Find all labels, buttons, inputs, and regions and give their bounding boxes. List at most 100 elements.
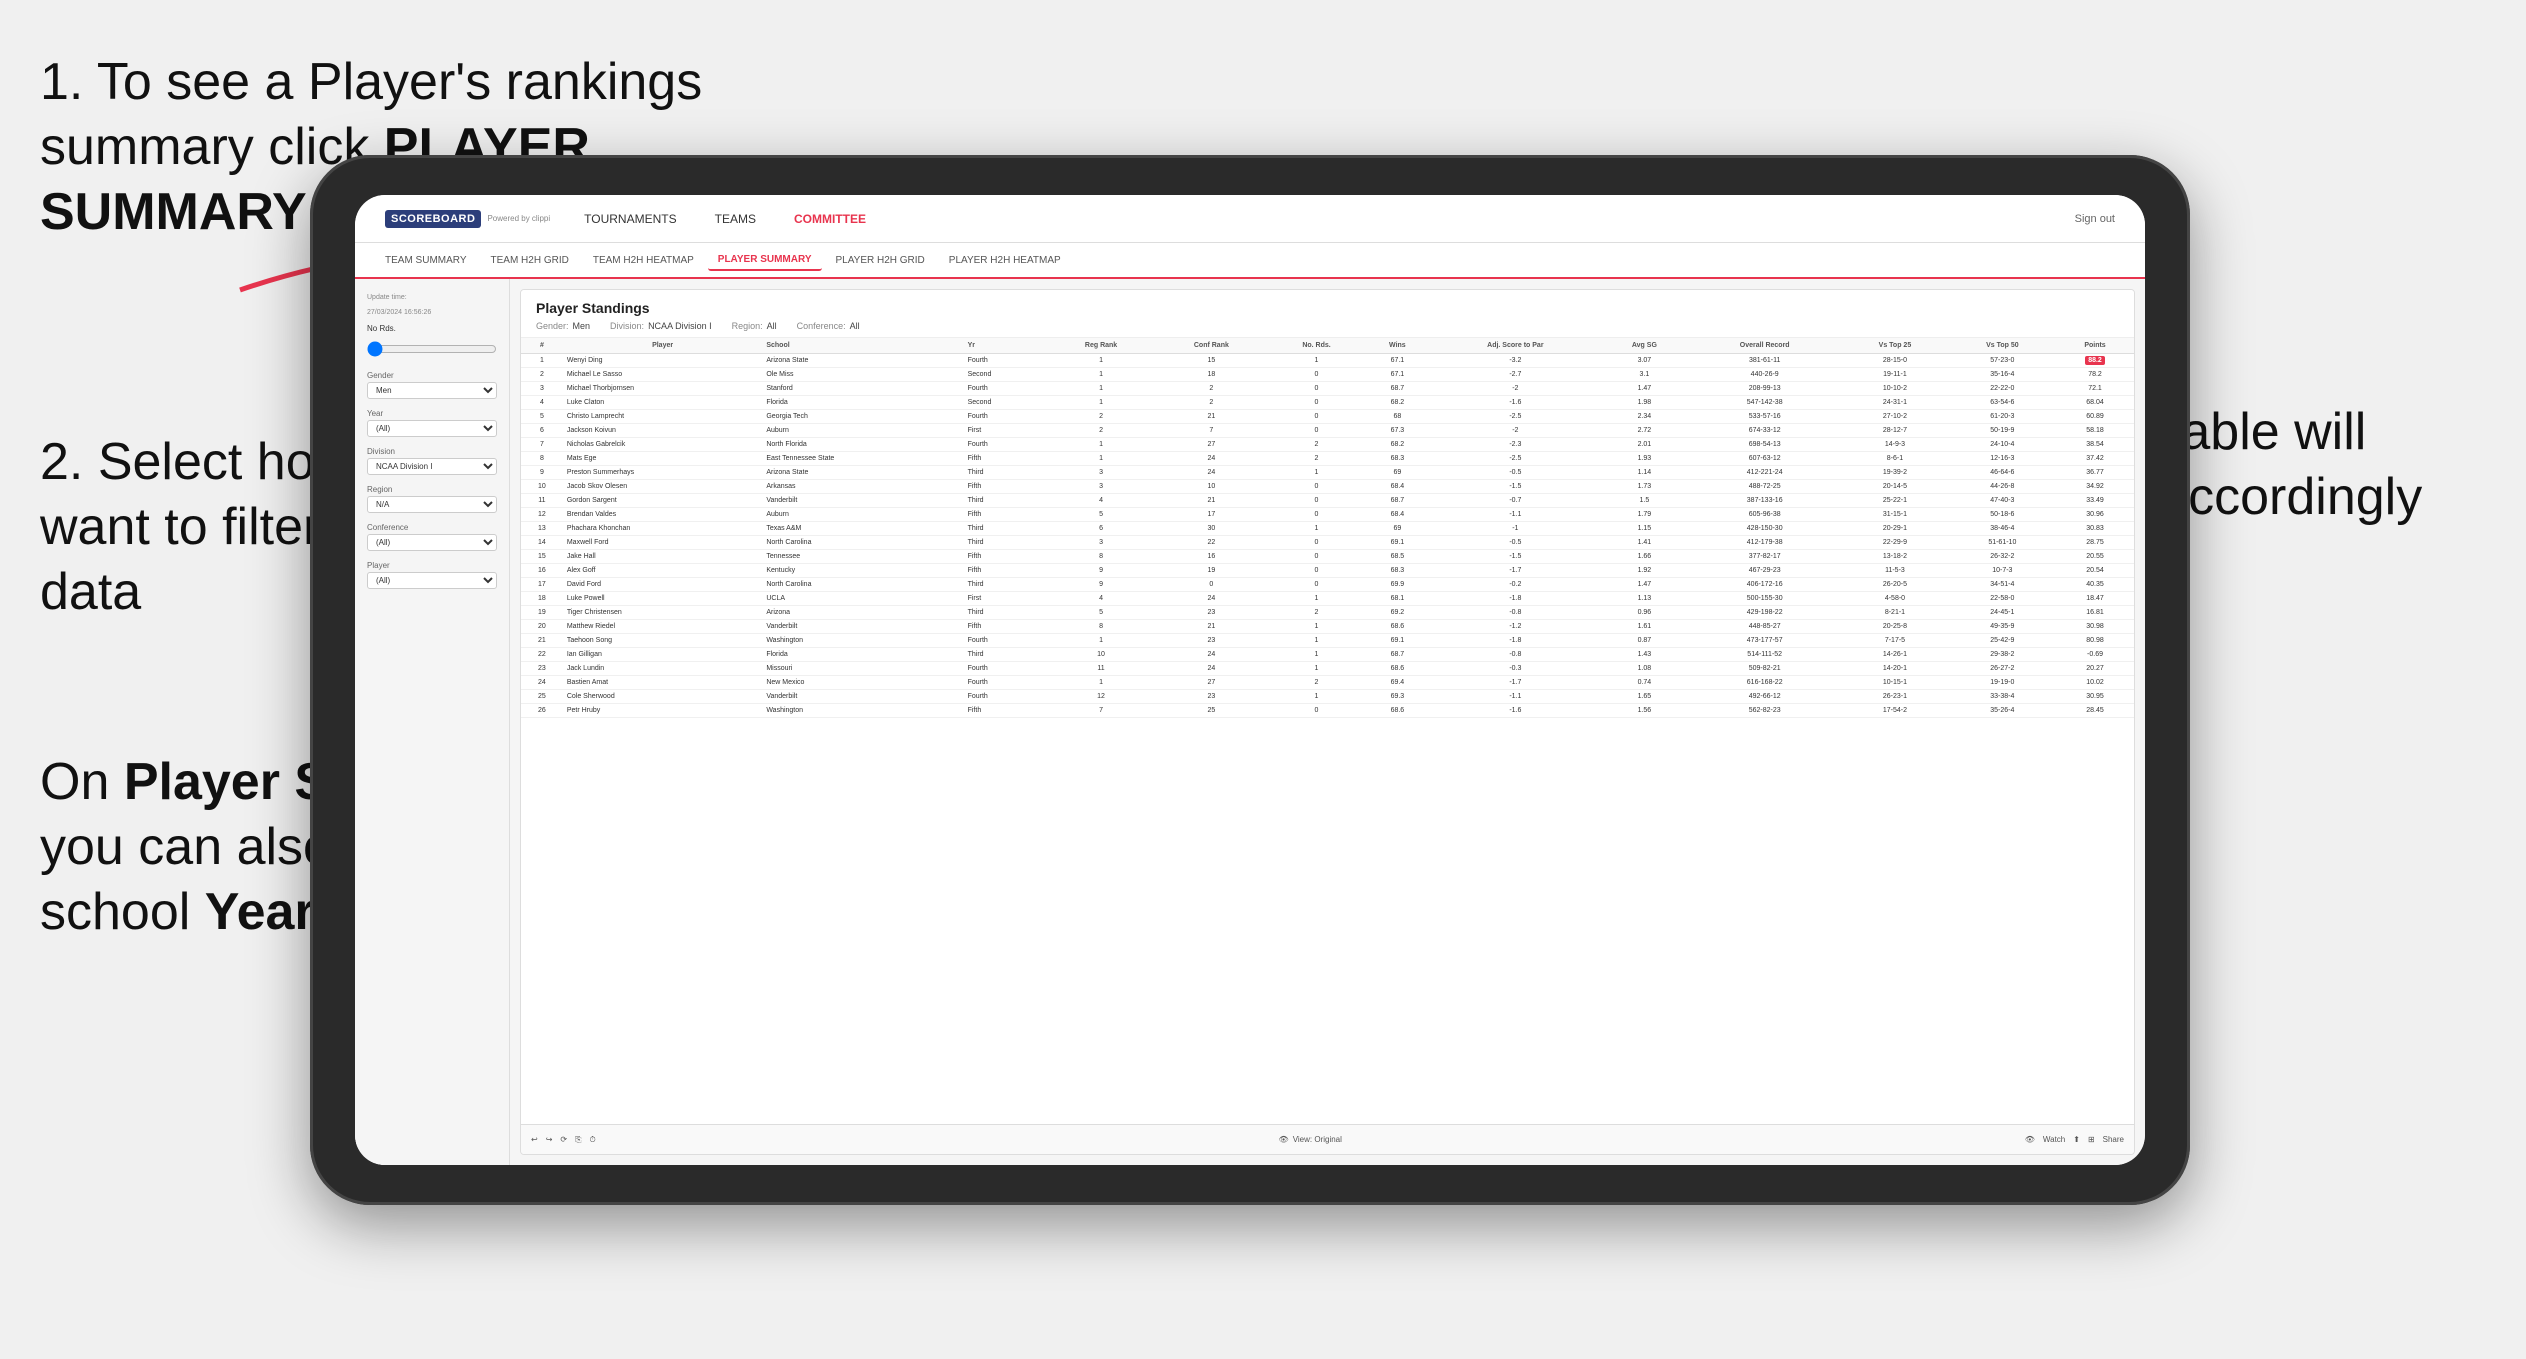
cell-adj: -2.5 — [1430, 410, 1601, 424]
cell-yr: Third — [964, 536, 1048, 550]
cell-adj: -1.8 — [1430, 592, 1601, 606]
cell-adj: -1 — [1430, 522, 1601, 536]
cell-player[interactable]: Matthew Riedel — [563, 620, 762, 634]
toolbar-copy-icon[interactable]: ⎘ — [575, 1135, 581, 1145]
cell-conf-rank: 27 — [1154, 676, 1268, 690]
nav-sign-out[interactable]: Sign out — [2075, 213, 2115, 225]
gender-select[interactable]: Men — [367, 382, 497, 399]
cell-overall: 607-63-12 — [1688, 452, 1841, 466]
cell-top50: 63-54-6 — [1949, 396, 2056, 410]
sub-nav-team-summary[interactable]: TEAM SUMMARY — [375, 251, 477, 270]
filter-conference: Conference: All — [797, 321, 860, 331]
sub-nav-player-h2h-grid[interactable]: PLAYER H2H GRID — [826, 251, 935, 270]
cell-player[interactable]: Jack Lundin — [563, 662, 762, 676]
cell-wins: 68.6 — [1365, 704, 1430, 718]
nav-committee[interactable]: COMMITTEE — [790, 212, 870, 226]
toolbar-grid-icon[interactable]: ⊞ — [2088, 1135, 2095, 1144]
cell-player[interactable]: Nicholas Gabrelcik — [563, 438, 762, 452]
cell-player[interactable]: Alex Goff — [563, 564, 762, 578]
cell-avg-sg: 0.74 — [1601, 676, 1688, 690]
cell-top25: 14-26-1 — [1841, 648, 1948, 662]
toolbar-undo-icon[interactable]: ↩ — [531, 1135, 538, 1144]
cell-overall: 500-155-30 — [1688, 592, 1841, 606]
cell-player[interactable]: Christo Lamprecht — [563, 410, 762, 424]
cell-reg-rank: 4 — [1048, 592, 1155, 606]
cell-wins: 68.3 — [1365, 564, 1430, 578]
cell-school: Auburn — [762, 508, 963, 522]
cell-top50: 46-64-6 — [1949, 466, 2056, 480]
no-rds-slider[interactable] — [367, 341, 497, 357]
cell-wins: 69.1 — [1365, 536, 1430, 550]
cell-player[interactable]: Jacob Skov Olesen — [563, 480, 762, 494]
cell-top25: 8-21-1 — [1841, 606, 1948, 620]
cell-player[interactable]: Wenyi Ding — [563, 354, 762, 368]
sub-nav-team-h2h-heatmap[interactable]: TEAM H2H HEATMAP — [583, 251, 704, 270]
cell-adj: -2 — [1430, 382, 1601, 396]
cell-top50: 35-16-4 — [1949, 368, 2056, 382]
toolbar-view-label[interactable]: View: Original — [1293, 1135, 1342, 1144]
cell-conf-rank: 23 — [1154, 634, 1268, 648]
cell-avg-sg: 1.79 — [1601, 508, 1688, 522]
cell-adj: -0.8 — [1430, 648, 1601, 662]
cell-player[interactable]: Mats Ege — [563, 452, 762, 466]
cell-school: North Carolina — [762, 578, 963, 592]
cell-player[interactable]: Maxwell Ford — [563, 536, 762, 550]
cell-player[interactable]: Luke Powell — [563, 592, 762, 606]
cell-player[interactable]: Jackson Koivun — [563, 424, 762, 438]
nav-tournaments[interactable]: TOURNAMENTS — [580, 212, 680, 226]
sub-nav-player-summary[interactable]: PLAYER SUMMARY — [708, 250, 822, 271]
year-select[interactable]: (All) — [367, 420, 497, 437]
cell-player[interactable]: Michael Le Sasso — [563, 368, 762, 382]
cell-player[interactable]: Cole Sherwood — [563, 690, 762, 704]
toolbar-share-label[interactable]: Share — [2103, 1135, 2124, 1144]
cell-avg-sg: 1.65 — [1601, 690, 1688, 704]
conference-select[interactable]: (All) — [367, 534, 497, 551]
cell-yr: First — [964, 592, 1048, 606]
cell-num: 18 — [521, 592, 563, 606]
cell-school: Georgia Tech — [762, 410, 963, 424]
cell-overall: 514-111-52 — [1688, 648, 1841, 662]
sub-nav-player-h2h-heatmap[interactable]: PLAYER H2H HEATMAP — [939, 251, 1071, 270]
cell-player[interactable]: Taehoon Song — [563, 634, 762, 648]
cell-conf-rank: 24 — [1154, 648, 1268, 662]
nav-teams[interactable]: TEAMS — [711, 212, 760, 226]
cell-player[interactable]: Luke Claton — [563, 396, 762, 410]
cell-wins: 67.1 — [1365, 368, 1430, 382]
cell-overall: 488-72-25 — [1688, 480, 1841, 494]
cell-player[interactable]: Jake Hall — [563, 550, 762, 564]
cell-school: Washington — [762, 704, 963, 718]
cell-reg-rank: 1 — [1048, 382, 1155, 396]
cell-player[interactable]: Bastien Amat — [563, 676, 762, 690]
cell-player[interactable]: Phachara Khonchan — [563, 522, 762, 536]
sub-nav-team-h2h-grid[interactable]: TEAM H2H GRID — [481, 251, 579, 270]
cell-school: Vanderbilt — [762, 690, 963, 704]
toolbar-watch-label[interactable]: Watch — [2043, 1135, 2065, 1144]
cell-player[interactable]: David Ford — [563, 578, 762, 592]
cell-player[interactable]: Petr Hruby — [563, 704, 762, 718]
cell-num: 17 — [521, 578, 563, 592]
cell-player[interactable]: Ian Gilligan — [563, 648, 762, 662]
cell-top25: 20-14-5 — [1841, 480, 1948, 494]
cell-wins: 68.7 — [1365, 382, 1430, 396]
cell-avg-sg: 2.01 — [1601, 438, 1688, 452]
cell-wins: 68.7 — [1365, 648, 1430, 662]
player-select[interactable]: (All) — [367, 572, 497, 589]
cell-player[interactable]: Gordon Sargent — [563, 494, 762, 508]
cell-player[interactable]: Preston Summerhays — [563, 466, 762, 480]
cell-player[interactable]: Tiger Christensen — [563, 606, 762, 620]
division-select[interactable]: NCAA Division I — [367, 458, 497, 475]
cell-yr: Fifth — [964, 480, 1048, 494]
tablet-screen: SCOREBOARD Powered by clippi TOURNAMENTS… — [355, 195, 2145, 1165]
cell-conf-rank: 30 — [1154, 522, 1268, 536]
toolbar-redo-icon[interactable]: ↪ — [546, 1135, 553, 1144]
toolbar-export-icon[interactable]: ⬆ — [2073, 1135, 2080, 1144]
cell-player[interactable]: Michael Thorbjornsen — [563, 382, 762, 396]
toolbar-clock-icon[interactable]: ⏱ — [590, 1135, 596, 1145]
region-select[interactable]: N/A — [367, 496, 497, 513]
cell-school: Arizona State — [762, 354, 963, 368]
filter-gender: Gender: Men — [536, 321, 590, 331]
col-avg-sg: Avg SG — [1601, 338, 1688, 354]
cell-player[interactable]: Brendan Valdes — [563, 508, 762, 522]
table-row: 4 Luke Claton Florida Second 1 2 0 68.2 … — [521, 396, 2134, 410]
toolbar-refresh-icon[interactable]: ⟳ — [560, 1135, 567, 1144]
